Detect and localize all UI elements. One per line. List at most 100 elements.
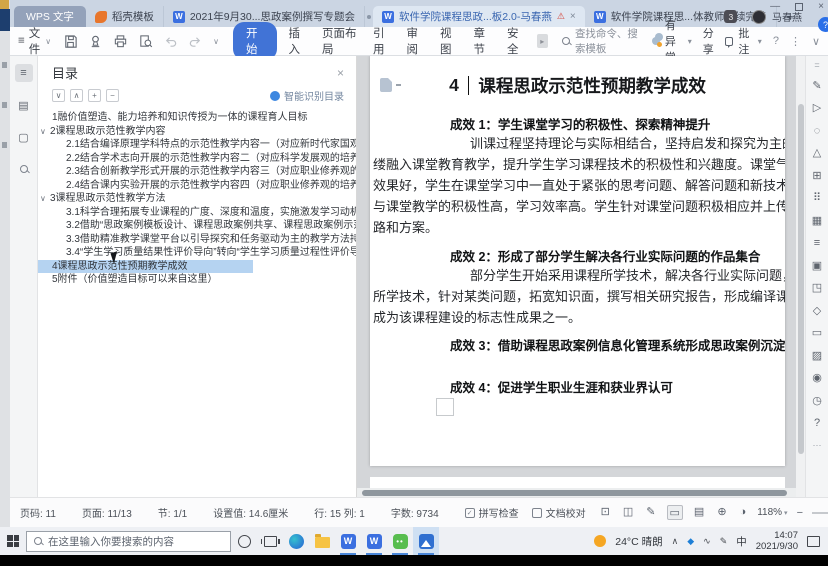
task-view-button[interactable]: [257, 527, 283, 555]
ime-indicator[interactable]: 中: [736, 534, 747, 549]
comment-button[interactable]: 批注 ▾: [725, 25, 762, 57]
weather-widget[interactable]: 24°C 晴朗: [615, 534, 662, 549]
history-tool-icon[interactable]: ◷: [812, 395, 822, 408]
network-tray-icon[interactable]: ∿: [703, 536, 711, 547]
ink-view-icon[interactable]: ✎: [644, 505, 657, 520]
toc-item[interactable]: 3.3借助精准教学课堂平台以引导探究和任务驱动为主的教学方法持续推进情况: [38, 233, 356, 247]
image-tool-icon[interactable]: ▨: [812, 350, 822, 363]
wps-app-tab[interactable]: WPS 文字: [14, 6, 86, 27]
collapse-all-button[interactable]: ∧: [70, 89, 83, 102]
ribbon-tab-references[interactable]: 引用: [369, 25, 395, 57]
vertical-scrollbar[interactable]: [796, 56, 805, 497]
kebab-menu-icon[interactable]: ⋮: [790, 35, 801, 48]
toc-item[interactable]: 2.1结合编译原理学科特点的示范性教学内容一（对应新时代家国观的培养目标）: [38, 138, 356, 152]
zoom-in-toc-button[interactable]: +: [88, 89, 101, 102]
ribbon-tab-home-active[interactable]: 开始: [233, 22, 277, 60]
toc-item[interactable]: ∨3课程思政示范性教学方法: [38, 192, 356, 206]
word-count[interactable]: 字数: 9734: [391, 505, 439, 520]
toc-item[interactable]: ∨2课程思政示范性教学内容: [38, 125, 356, 139]
vertical-scrollbar-thumb[interactable]: [798, 104, 804, 454]
zoom-out-button[interactable]: −: [797, 507, 803, 519]
undo-button[interactable]: [163, 34, 178, 49]
redo-button[interactable]: [188, 34, 203, 49]
horizontal-scrollbar[interactable]: [357, 488, 796, 497]
smart-toc-button[interactable]: 智能识别目录: [270, 88, 344, 103]
ribbon-tab-view[interactable]: 视图: [436, 25, 462, 57]
close-window-button[interactable]: ×: [818, 1, 824, 12]
hidden-icons-chevron[interactable]: ∧: [672, 536, 679, 547]
lasso-tool-icon[interactable]: ◌: [814, 125, 821, 138]
table-tool-icon[interactable]: ⊞: [812, 170, 821, 183]
toc-item-selected[interactable]: 4课程思政示范性预期教学成效: [38, 260, 253, 274]
toc-item[interactable]: 2.3结合创新教学形式开展的示范性教学内容三（对应职业修养观的培养目标——...: [38, 165, 356, 179]
screenshot-tool-icon[interactable]: ▣: [812, 260, 822, 273]
pen-tool-icon[interactable]: ✎: [812, 80, 821, 93]
print-preview-button[interactable]: [138, 34, 153, 49]
eye-protect-icon[interactable]: ◑: [738, 505, 749, 520]
ribbon-more-button[interactable]: ▸: [537, 34, 548, 48]
find-panel-icon[interactable]: [15, 160, 33, 178]
fullscreen-view-icon[interactable]: ⊡: [599, 505, 612, 520]
web-view-icon[interactable]: ⊕: [715, 505, 728, 520]
chart-tool-icon[interactable]: ▦: [812, 215, 822, 228]
horizontal-scrollbar-thumb[interactable]: [362, 490, 787, 496]
pen-tray-icon[interactable]: ✎: [720, 536, 728, 547]
help-button[interactable]: ?: [773, 35, 779, 47]
select-tool-icon[interactable]: ▷: [813, 102, 821, 115]
zoom-out-toc-button[interactable]: −: [106, 89, 119, 102]
toc-item[interactable]: 2.4结合课内实验开展的示范性教学内容四（对应职业修养观的培养目标——解决...: [38, 179, 356, 193]
close-tab-icon[interactable]: ×: [570, 11, 576, 22]
cloud-drive-tray-icon[interactable]: ◆: [687, 536, 694, 547]
toc-item[interactable]: 3.2借助“思政案例模板设计、课程思政案例共享、课程思政案例示范”理念，自...: [38, 219, 356, 233]
save-button[interactable]: [63, 34, 78, 49]
cortana-button[interactable]: [231, 527, 257, 555]
column-view-icon[interactable]: ◫: [621, 505, 635, 520]
toc-item[interactable]: 3.4“学生学习质量结果性评价导向”转向“学生学习质量过程性评价导向”的教...: [38, 246, 356, 260]
taskbar-search-input[interactable]: 在这里输入你要搜索的内容: [26, 531, 231, 552]
tab-document-2-active[interactable]: W 软件学院课程思政...板2.0-马春燕 ⚠ ×: [373, 6, 585, 27]
start-button[interactable]: [0, 527, 26, 555]
toc-item[interactable]: 2.2结合学术志向开展的示范性教学内容二（对应科学发展观的培养目标）: [38, 152, 356, 166]
toc-item[interactable]: 1融价值塑造、能力培养和知识传授为一体的课程育人目标: [38, 111, 356, 125]
strip-more[interactable]: ⋯: [813, 440, 822, 451]
outline-view-icon[interactable]: ▤: [692, 505, 706, 520]
zoom-level[interactable]: 118% ▾: [757, 507, 787, 518]
floating-help-bubble[interactable]: ?: [818, 17, 828, 32]
zoom-slider[interactable]: [812, 512, 828, 514]
textbox-tool-icon[interactable]: ▭: [812, 327, 822, 340]
ribbon-tab-security[interactable]: 安全: [503, 25, 529, 57]
wechat-button[interactable]: ••: [387, 527, 413, 555]
ribbon-tab-review[interactable]: 审阅: [403, 25, 429, 57]
file-explorer-button[interactable]: [309, 527, 335, 555]
flowchart-tool-icon[interactable]: ◇: [813, 305, 821, 318]
find-command-input[interactable]: 查找命令、搜索模板: [562, 26, 644, 56]
proofread-toggle[interactable]: 文档校对: [532, 505, 586, 520]
ribbon-tab-page-layout[interactable]: 页面布局: [318, 25, 361, 57]
toc-panel-icon[interactable]: ≡: [15, 64, 33, 82]
collapse-arrow-icon[interactable]: ∨: [40, 192, 50, 206]
document-page[interactable]: 4 课程思政示范性预期教学成效 成效 1：学生课堂学习的积极性、探索精神提升 训…: [370, 56, 785, 466]
collapse-ribbon-icon[interactable]: ∨: [812, 35, 820, 48]
collapse-arrow-icon[interactable]: ∨: [40, 125, 50, 139]
ribbon-tab-insert[interactable]: 插入: [285, 25, 311, 57]
file-menu[interactable]: ≡ 文件 ∨: [18, 25, 51, 57]
adjust-tool-icon[interactable]: ≡: [814, 237, 820, 250]
toc-item[interactable]: 3.1科学合理拓展专业课程的广度、深度和温度，实施激发学习动机的教学方法: [38, 206, 356, 220]
close-toc-icon[interactable]: ×: [337, 66, 344, 80]
download-tool-icon[interactable]: ◉: [812, 372, 822, 385]
bookmark-panel-icon[interactable]: ▢: [15, 128, 33, 146]
notification-center-icon[interactable]: [807, 536, 820, 547]
clock[interactable]: 14:07 2021/9/30: [756, 530, 798, 552]
export-tool-icon[interactable]: ◳: [812, 282, 822, 295]
toc-item[interactable]: 5附件（价值塑造目标可以来自这里）: [38, 273, 356, 287]
outline-panel-icon[interactable]: ▤: [15, 96, 33, 114]
tab-docer-templates[interactable]: 稻壳模板: [86, 6, 164, 27]
edge-button[interactable]: [283, 527, 309, 555]
wps-writer-button[interactable]: W: [361, 527, 387, 555]
expand-all-button[interactable]: ∨: [52, 89, 65, 102]
ribbon-tab-section[interactable]: 章节: [470, 25, 496, 57]
spellcheck-toggle[interactable]: ✓ 拼写检查: [465, 505, 519, 520]
stamp-button[interactable]: [88, 34, 103, 49]
help-tool-icon[interactable]: ?: [814, 417, 820, 430]
components-tool-icon[interactable]: ⠿: [813, 192, 821, 205]
